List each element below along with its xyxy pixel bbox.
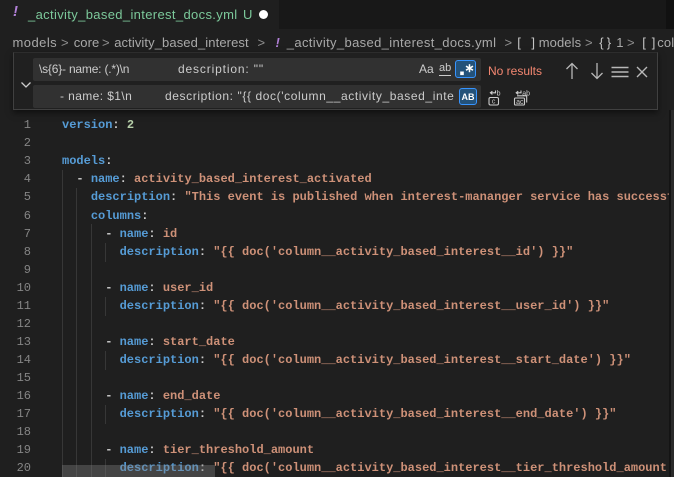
svg-text:b: b (497, 90, 501, 97)
svg-text:ac: ac (516, 99, 524, 106)
svg-text:ab: ab (522, 90, 530, 97)
svg-text:c: c (492, 99, 496, 106)
